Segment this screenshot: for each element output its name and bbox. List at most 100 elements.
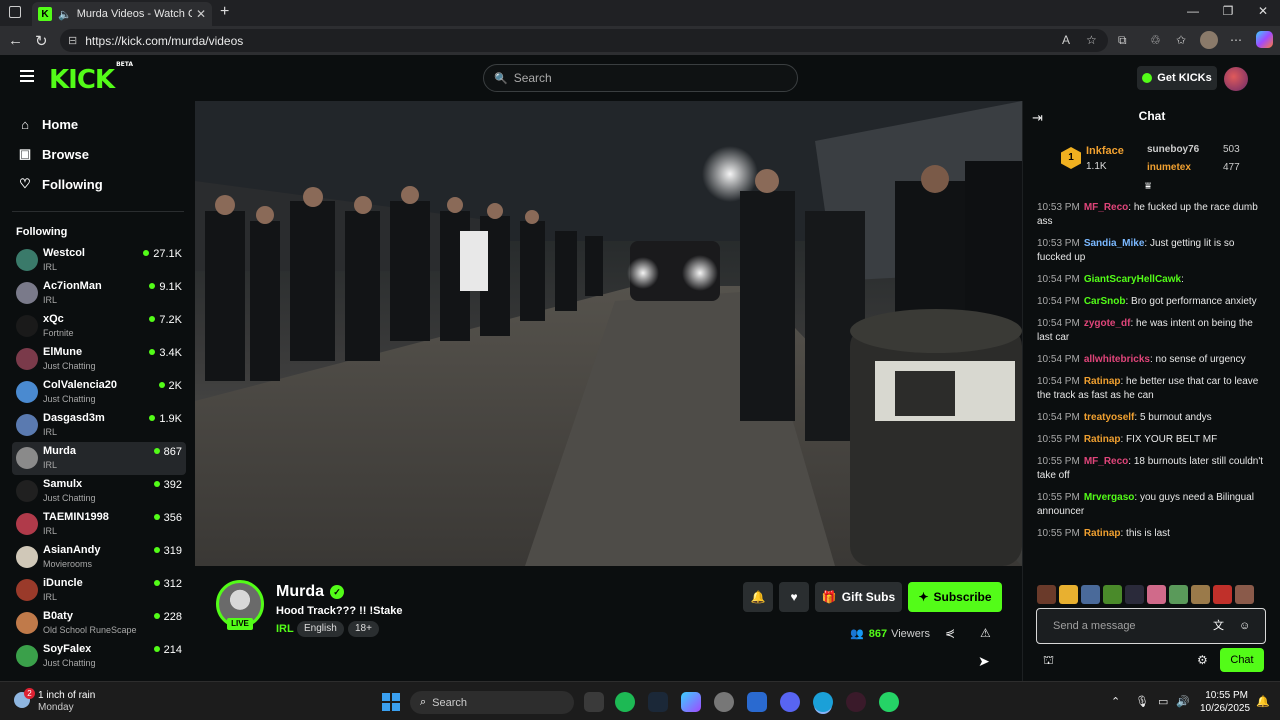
following-channel-row[interactable]: ElMune Just Chatting 3.4K <box>12 343 186 376</box>
emote-icon[interactable] <box>1169 585 1188 604</box>
chrome-icon[interactable] <box>714 692 734 712</box>
emote-icon[interactable] <box>1191 585 1210 604</box>
close-tab-icon[interactable]: ✕ <box>196 7 206 21</box>
weather-widget[interactable]: 2 1 inch of rain Monday <box>14 688 95 714</box>
chat-message-input[interactable]: Send a message 文 ☺ <box>1036 608 1266 644</box>
get-kicks-button[interactable]: Get KICKs <box>1137 66 1217 90</box>
following-channel-row[interactable]: Samulx Just Chatting 392 <box>12 475 186 508</box>
subscribe-button[interactable]: ✦ Subscribe <box>908 582 1002 612</box>
emote-icon[interactable] <box>1081 585 1100 604</box>
minimize-icon[interactable]: — <box>1183 4 1203 18</box>
message-user[interactable]: GiantScaryHellCawk <box>1084 274 1181 285</box>
menu-icon[interactable] <box>20 70 34 85</box>
message-user[interactable]: zygote_df <box>1084 318 1131 329</box>
notifications-icon[interactable]: 🔔 <box>1256 695 1270 708</box>
following-channel-row[interactable]: TAEMIN1998 IRL 356 <box>12 508 186 541</box>
browser-tab[interactable]: K 🔈 Murda Videos - Watch On-D ✕ <box>32 2 212 26</box>
following-channel-row[interactable]: AsianAndy Movierooms 319 <box>12 541 186 574</box>
microphone-icon[interactable]: 🎙 <box>1135 695 1149 708</box>
streamer-name[interactable]: Murda ✓ <box>276 583 344 601</box>
sidebar-item-following[interactable]: ♡ Following <box>18 174 102 194</box>
favorite-star-icon[interactable]: ☆ <box>1086 33 1097 47</box>
tag-age[interactable]: 18+ <box>348 621 379 637</box>
site-info-icon[interactable]: ⊟ <box>68 34 77 47</box>
system-clock[interactable]: 10:55 PM 10/26/2025 <box>1200 689 1250 715</box>
close-window-icon[interactable]: ✕ <box>1253 4 1273 18</box>
app-icon[interactable] <box>846 692 866 712</box>
chat-gift-icon[interactable]: ⛫ <box>1043 653 1054 669</box>
speaker-icon[interactable]: 🔈 <box>58 8 72 21</box>
new-tab-button[interactable]: + <box>220 3 229 21</box>
chat-settings-icon[interactable]: ⚙ <box>1197 653 1208 667</box>
send-chat-button[interactable]: Chat <box>1220 648 1264 672</box>
following-channel-row[interactable]: Murda IRL 867 <box>12 442 186 475</box>
refresh-icon[interactable]: ↻ <box>35 32 48 50</box>
message-user[interactable]: treatyoself <box>1084 412 1135 423</box>
spotify-icon[interactable] <box>615 692 635 712</box>
tag-language[interactable]: English <box>297 621 344 637</box>
edge-icon[interactable] <box>813 692 833 712</box>
sidebar-item-home[interactable]: ⌂ Home <box>18 114 78 134</box>
search-input[interactable]: 🔍 Search <box>483 64 798 92</box>
report-icon[interactable]: ⚠ <box>980 626 991 640</box>
network-icon[interactable]: ▭ <box>1158 695 1168 708</box>
following-channel-row[interactable]: Ac7ionMan IRL 9.1K <box>12 277 186 310</box>
emoji-icon[interactable]: ☺ <box>1239 609 1250 643</box>
copilot-icon[interactable] <box>1256 31 1273 48</box>
discord-icon[interactable] <box>780 692 800 712</box>
more-options-icon[interactable]: ⋯ <box>1230 33 1242 47</box>
favorites-icon[interactable]: ✩ <box>1176 33 1186 47</box>
message-user[interactable]: allwhitebricks <box>1084 354 1150 365</box>
volume-icon[interactable]: 🔊 <box>1176 695 1190 708</box>
file-explorer-icon[interactable] <box>584 692 604 712</box>
emote-icon[interactable] <box>1059 585 1078 604</box>
expand-leaderboard-icon[interactable]: ⩸ <box>1145 181 1151 192</box>
kick-logo[interactable]: KICKBETA <box>49 61 133 95</box>
following-channel-row[interactable]: B0aty Old School RuneScape 228 <box>12 607 186 640</box>
store-icon[interactable] <box>747 692 767 712</box>
video-player[interactable] <box>195 101 1022 566</box>
read-aloud-icon[interactable]: A <box>1062 33 1070 47</box>
extensions-icon[interactable]: ⧉ <box>1118 33 1127 48</box>
sidebar-item-browse[interactable]: ▣ Browse <box>18 144 89 164</box>
browser-essentials-icon[interactable]: ♲ <box>1150 33 1161 47</box>
message-user[interactable]: CarSnob <box>1084 296 1126 307</box>
back-icon[interactable]: ← <box>8 32 23 49</box>
emote-icon[interactable] <box>1125 585 1144 604</box>
following-channel-row[interactable]: ColValencia20 Just Chatting 2K <box>12 376 186 409</box>
emote-icon[interactable] <box>1213 585 1232 604</box>
following-channel-row[interactable]: Westcol IRL 27.1K <box>12 244 186 277</box>
emote-icon[interactable] <box>1103 585 1122 604</box>
message-user[interactable]: Sandia_Mike <box>1084 238 1145 249</box>
profile-avatar[interactable] <box>1200 31 1218 49</box>
message-user[interactable]: Mrvergaso <box>1084 492 1135 503</box>
message-user[interactable]: MF_Reco <box>1084 456 1128 467</box>
message-user[interactable]: MF_Reco <box>1084 202 1128 213</box>
gift-leaderboard[interactable]: 1 Inkface 1.1K suneboy76 503 inumetex 47… <box>1037 137 1267 192</box>
emote-icon[interactable] <box>1235 585 1254 604</box>
photos-icon[interactable] <box>681 692 701 712</box>
emote-icon[interactable] <box>1037 585 1056 604</box>
user-avatar[interactable] <box>1224 67 1248 91</box>
whatsapp-icon[interactable] <box>879 692 899 712</box>
notification-bell-button[interactable]: 🔔 <box>743 582 773 612</box>
message-user[interactable]: Ratinap <box>1084 528 1121 539</box>
following-channel-row[interactable]: iDuncle IRL 312 <box>12 574 186 607</box>
restore-icon[interactable]: ❐ <box>1218 4 1238 18</box>
follow-heart-button[interactable]: ♥ <box>779 582 809 612</box>
taskbar-search[interactable]: ⌕ Search <box>410 691 574 714</box>
following-channel-row[interactable]: Dasgasd3m IRL 1.9K <box>12 409 186 442</box>
tab-actions-icon[interactable] <box>9 6 21 18</box>
share-icon[interactable]: ⋞ <box>945 626 955 640</box>
following-channel-row[interactable]: SoyFalex Just Chatting 214 <box>12 640 186 673</box>
windows-start-icon[interactable] <box>382 693 400 711</box>
stream-category[interactable]: IRL <box>276 623 294 635</box>
emote-icon[interactable] <box>1147 585 1166 604</box>
steam-icon[interactable] <box>648 692 668 712</box>
following-channel-row[interactable]: xQc Fortnite 7.2K <box>12 310 186 343</box>
translate-icon[interactable]: 文 <box>1213 609 1224 643</box>
url-field[interactable]: ⊟ https://kick.com/murda/videos <box>60 29 1108 52</box>
message-user[interactable]: Ratinap <box>1084 376 1121 387</box>
tray-overflow-icon[interactable]: ⌃ <box>1111 695 1120 708</box>
message-user[interactable]: Ratinap <box>1084 434 1121 445</box>
